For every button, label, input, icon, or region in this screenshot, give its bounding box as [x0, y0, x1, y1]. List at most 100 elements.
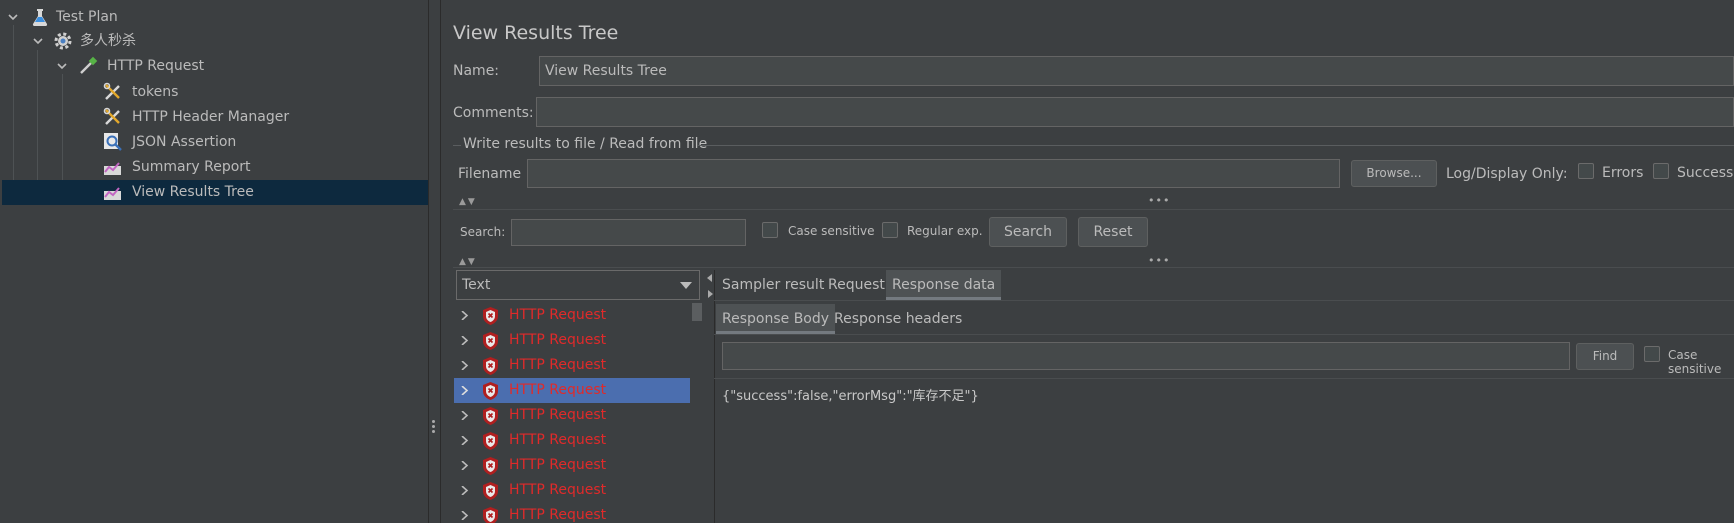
renderer-select-value: Text [462, 277, 491, 293]
tree-item-label: Test Plan [56, 9, 118, 25]
filename-input[interactable] [527, 159, 1340, 188]
result-item[interactable]: HTTP Request [454, 353, 690, 378]
successes-checkbox[interactable] [1653, 163, 1669, 179]
result-item-label: HTTP Request [509, 457, 607, 473]
magnifier-icon [104, 133, 122, 151]
tree-item-label: View Results Tree [132, 184, 254, 200]
result-item[interactable]: HTTP Request [454, 478, 690, 503]
results-list: HTTP Request HTTP Request HTTP Request H… [454, 303, 704, 523]
tree-item-label: 多人秒杀 [80, 33, 136, 49]
pipette-icon [80, 56, 98, 74]
tree-item-thread-group[interactable]: 多人秒杀 [0, 29, 428, 54]
divider [714, 378, 1734, 379]
divider [453, 209, 1734, 210]
result-item[interactable]: HTTP Request [454, 403, 690, 428]
tree-item-view-results-tree[interactable]: View Results Tree [2, 180, 428, 205]
comments-label: Comments: [453, 105, 534, 121]
error-shield-icon [483, 332, 498, 350]
chevron-right-icon[interactable] [460, 411, 469, 420]
wrench-icon [103, 82, 120, 100]
gear-icon [54, 32, 72, 50]
tab-request[interactable]: Request [822, 270, 891, 300]
error-shield-icon [483, 382, 498, 400]
tree-item-json-assertion[interactable]: JSON Assertion [0, 130, 428, 155]
name-input[interactable]: View Results Tree [539, 56, 1734, 86]
regex-checkbox[interactable] [882, 222, 898, 238]
splitter-handle[interactable] [432, 420, 436, 435]
comments-input[interactable] [536, 97, 1734, 127]
result-item-label: HTTP Request [509, 307, 607, 323]
browse-button[interactable]: Browse... [1351, 160, 1437, 187]
case-sensitive-label: Case sensitive [788, 224, 875, 238]
chevron-right-icon[interactable] [460, 436, 469, 445]
error-shield-icon [483, 407, 498, 425]
subtab-response-body[interactable]: Response Body [716, 304, 836, 334]
chevron-right-icon[interactable] [460, 361, 469, 370]
chevron-down-icon[interactable] [57, 61, 67, 71]
tree-item-test-plan[interactable]: Test Plan [0, 5, 428, 30]
list-scrollbar-thumb[interactable] [692, 303, 702, 321]
group-border [697, 145, 1734, 146]
error-shield-icon [483, 457, 498, 475]
find-case-sensitive-checkbox[interactable] [1644, 346, 1660, 362]
errors-checkbox[interactable] [1578, 163, 1594, 179]
find-input[interactable] [722, 342, 1570, 370]
result-item-label: HTTP Request [509, 507, 607, 523]
case-sensitive-checkbox[interactable] [762, 222, 778, 238]
chevron-right-icon[interactable] [460, 386, 469, 395]
splitter-arrows-icon[interactable] [707, 274, 713, 300]
find-button[interactable]: Find [1576, 343, 1634, 370]
tree-item-summary-report[interactable]: Summary Report [0, 155, 428, 180]
chevron-right-icon[interactable] [460, 486, 469, 495]
error-shield-icon [483, 432, 498, 450]
result-item-label: HTTP Request [509, 482, 607, 498]
response-body-text[interactable]: {"success":false,"errorMsg":"库存不足"} [722, 385, 979, 404]
chevron-right-icon[interactable] [460, 461, 469, 470]
chevron-down-icon[interactable] [8, 12, 18, 22]
divider-grip[interactable]: ••• [1148, 194, 1170, 207]
reset-button[interactable]: Reset [1078, 217, 1148, 247]
list-detail-splitter[interactable] [706, 270, 715, 523]
tab-response-data[interactable]: Response data [886, 270, 1002, 300]
tab-sampler-result[interactable]: Sampler result [716, 270, 830, 300]
tree-item-tokens[interactable]: tokens [0, 80, 428, 105]
collapse-arrows[interactable]: ▲▼ [459, 257, 477, 267]
log-display-label: Log/Display Only: [1446, 166, 1568, 182]
result-item-label: HTTP Request [509, 382, 607, 398]
result-item[interactable]: HTTP Request [454, 303, 690, 328]
chevron-right-icon[interactable] [460, 336, 469, 345]
result-item[interactable]: HTTP Request [454, 503, 690, 523]
tab-divider [714, 300, 1734, 301]
group-border [453, 145, 461, 146]
error-shield-icon [483, 357, 498, 375]
flask-icon [32, 9, 48, 26]
file-group-title: Write results to file / Read from file [463, 136, 708, 152]
divider-grip[interactable]: ••• [1148, 254, 1170, 267]
report-chart-icon [104, 187, 121, 200]
chevron-down-icon[interactable] [33, 36, 43, 46]
result-item[interactable]: HTTP Request [454, 453, 690, 478]
subtab-response-headers[interactable]: Response headers [828, 304, 968, 334]
result-item-selected[interactable]: HTTP Request [454, 378, 690, 403]
tree-item-header-manager[interactable]: HTTP Header Manager [0, 105, 428, 130]
error-shield-icon [483, 482, 498, 500]
result-item-label: HTTP Request [509, 332, 607, 348]
chevron-right-icon[interactable] [460, 311, 469, 320]
tab-divider [714, 334, 1734, 335]
successes-label: Successes [1677, 165, 1734, 181]
renderer-select[interactable]: Text [456, 270, 700, 300]
chevron-right-icon[interactable] [460, 511, 469, 520]
test-plan-tree: Test Plan 多人秒杀 HTTP Request tokens HTTP … [0, 0, 429, 523]
wrench-icon [103, 107, 120, 125]
error-shield-icon [483, 507, 498, 523]
report-chart-icon [104, 162, 121, 175]
search-button[interactable]: Search [989, 217, 1067, 247]
result-item[interactable]: HTTP Request [454, 428, 690, 453]
result-item-label: HTTP Request [509, 432, 607, 448]
collapse-arrows[interactable]: ▲▼ [459, 197, 477, 207]
tree-item-http-request[interactable]: HTTP Request [0, 54, 428, 79]
filename-label: Filename [458, 166, 522, 182]
search-input[interactable] [511, 219, 746, 246]
result-item[interactable]: HTTP Request [454, 328, 690, 353]
find-case-sensitive-label: Case sensitive [1668, 348, 1722, 376]
